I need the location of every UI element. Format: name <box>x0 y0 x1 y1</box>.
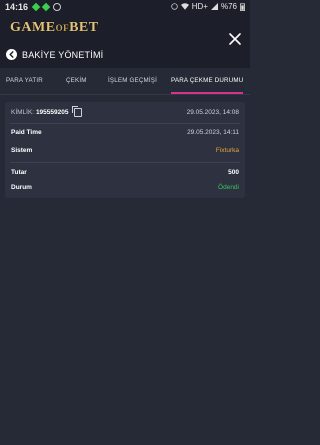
battery-percent: %76 <box>220 2 237 11</box>
system-label: Sistem <box>11 147 33 154</box>
tab-withdrawal-status[interactable]: PARA ÇEKME DURUMU <box>171 68 244 94</box>
paid-time-label: Paid Time <box>11 129 42 136</box>
tab-deposit[interactable]: PARA YATIR <box>6 68 43 94</box>
logo-sub-text: OF <box>55 22 70 33</box>
system-value: Fixturka <box>215 147 239 154</box>
signal-icon <box>210 3 218 10</box>
paid-time-row: Paid Time 29.05.2023, 14:11 <box>11 129 239 136</box>
status-value: Ödendi <box>218 184 239 191</box>
notification-circle-icon <box>53 2 62 11</box>
id-label: KİMLİK: <box>11 109 35 117</box>
tab-bar: PARA YATIR ÇEKİM İŞLEM GEÇMİŞİ PARA ÇEKM… <box>0 68 250 95</box>
copy-icon[interactable] <box>72 106 83 117</box>
record-id-row: KİMLİK: 195559205 29.05.2023, 14:08 <box>11 106 239 117</box>
divider-2 <box>10 162 240 163</box>
alarm-icon <box>171 3 178 10</box>
status-row: Durum Ödendi <box>11 184 239 191</box>
tab-transaction-history[interactable]: İŞLEM GEÇMİŞİ <box>108 68 157 94</box>
status-time: 14:16 <box>5 1 29 12</box>
notification-icons <box>31 2 62 11</box>
amount-row: Tutar 500 <box>11 169 239 176</box>
status-right: HD+ %76 <box>171 2 245 11</box>
chevron-left-icon <box>9 51 14 58</box>
id-value: 195559205 <box>35 109 69 117</box>
battery-icon <box>240 2 245 11</box>
logo-main-text: GAME <box>10 20 56 35</box>
system-row: Sistem Fixturka <box>11 147 239 154</box>
page-title-row: BAKİYE YÖNETİMİ <box>6 49 103 60</box>
status-bar: 14:16 HD+ %76 <box>0 0 250 13</box>
notification-app-icon-2 <box>41 2 51 11</box>
wifi-icon <box>180 3 189 10</box>
amount-value: 500 <box>228 169 239 176</box>
close-icon[interactable] <box>228 32 242 46</box>
back-button[interactable] <box>6 49 17 60</box>
app-header: GAMEOFBET BAKİYE YÖNETİMİ <box>0 13 250 68</box>
divider <box>10 123 240 124</box>
brand-logo[interactable]: GAMEOFBET <box>10 20 99 36</box>
tab-withdraw[interactable]: ÇEKİM <box>66 68 87 94</box>
status-label: Durum <box>11 184 32 191</box>
paid-time-value: 29.05.2023, 14:11 <box>187 129 239 136</box>
created-at: 29.05.2023, 14:08 <box>186 109 239 116</box>
logo-end-text: BET <box>69 20 99 35</box>
notification-app-icon <box>31 2 41 11</box>
network-type: HD+ <box>191 2 208 11</box>
amount-label: Tutar <box>11 169 27 176</box>
withdrawal-record-card: KİMLİK: 195559205 29.05.2023, 14:08 Paid… <box>5 102 245 198</box>
page-title: BAKİYE YÖNETİMİ <box>22 49 104 60</box>
